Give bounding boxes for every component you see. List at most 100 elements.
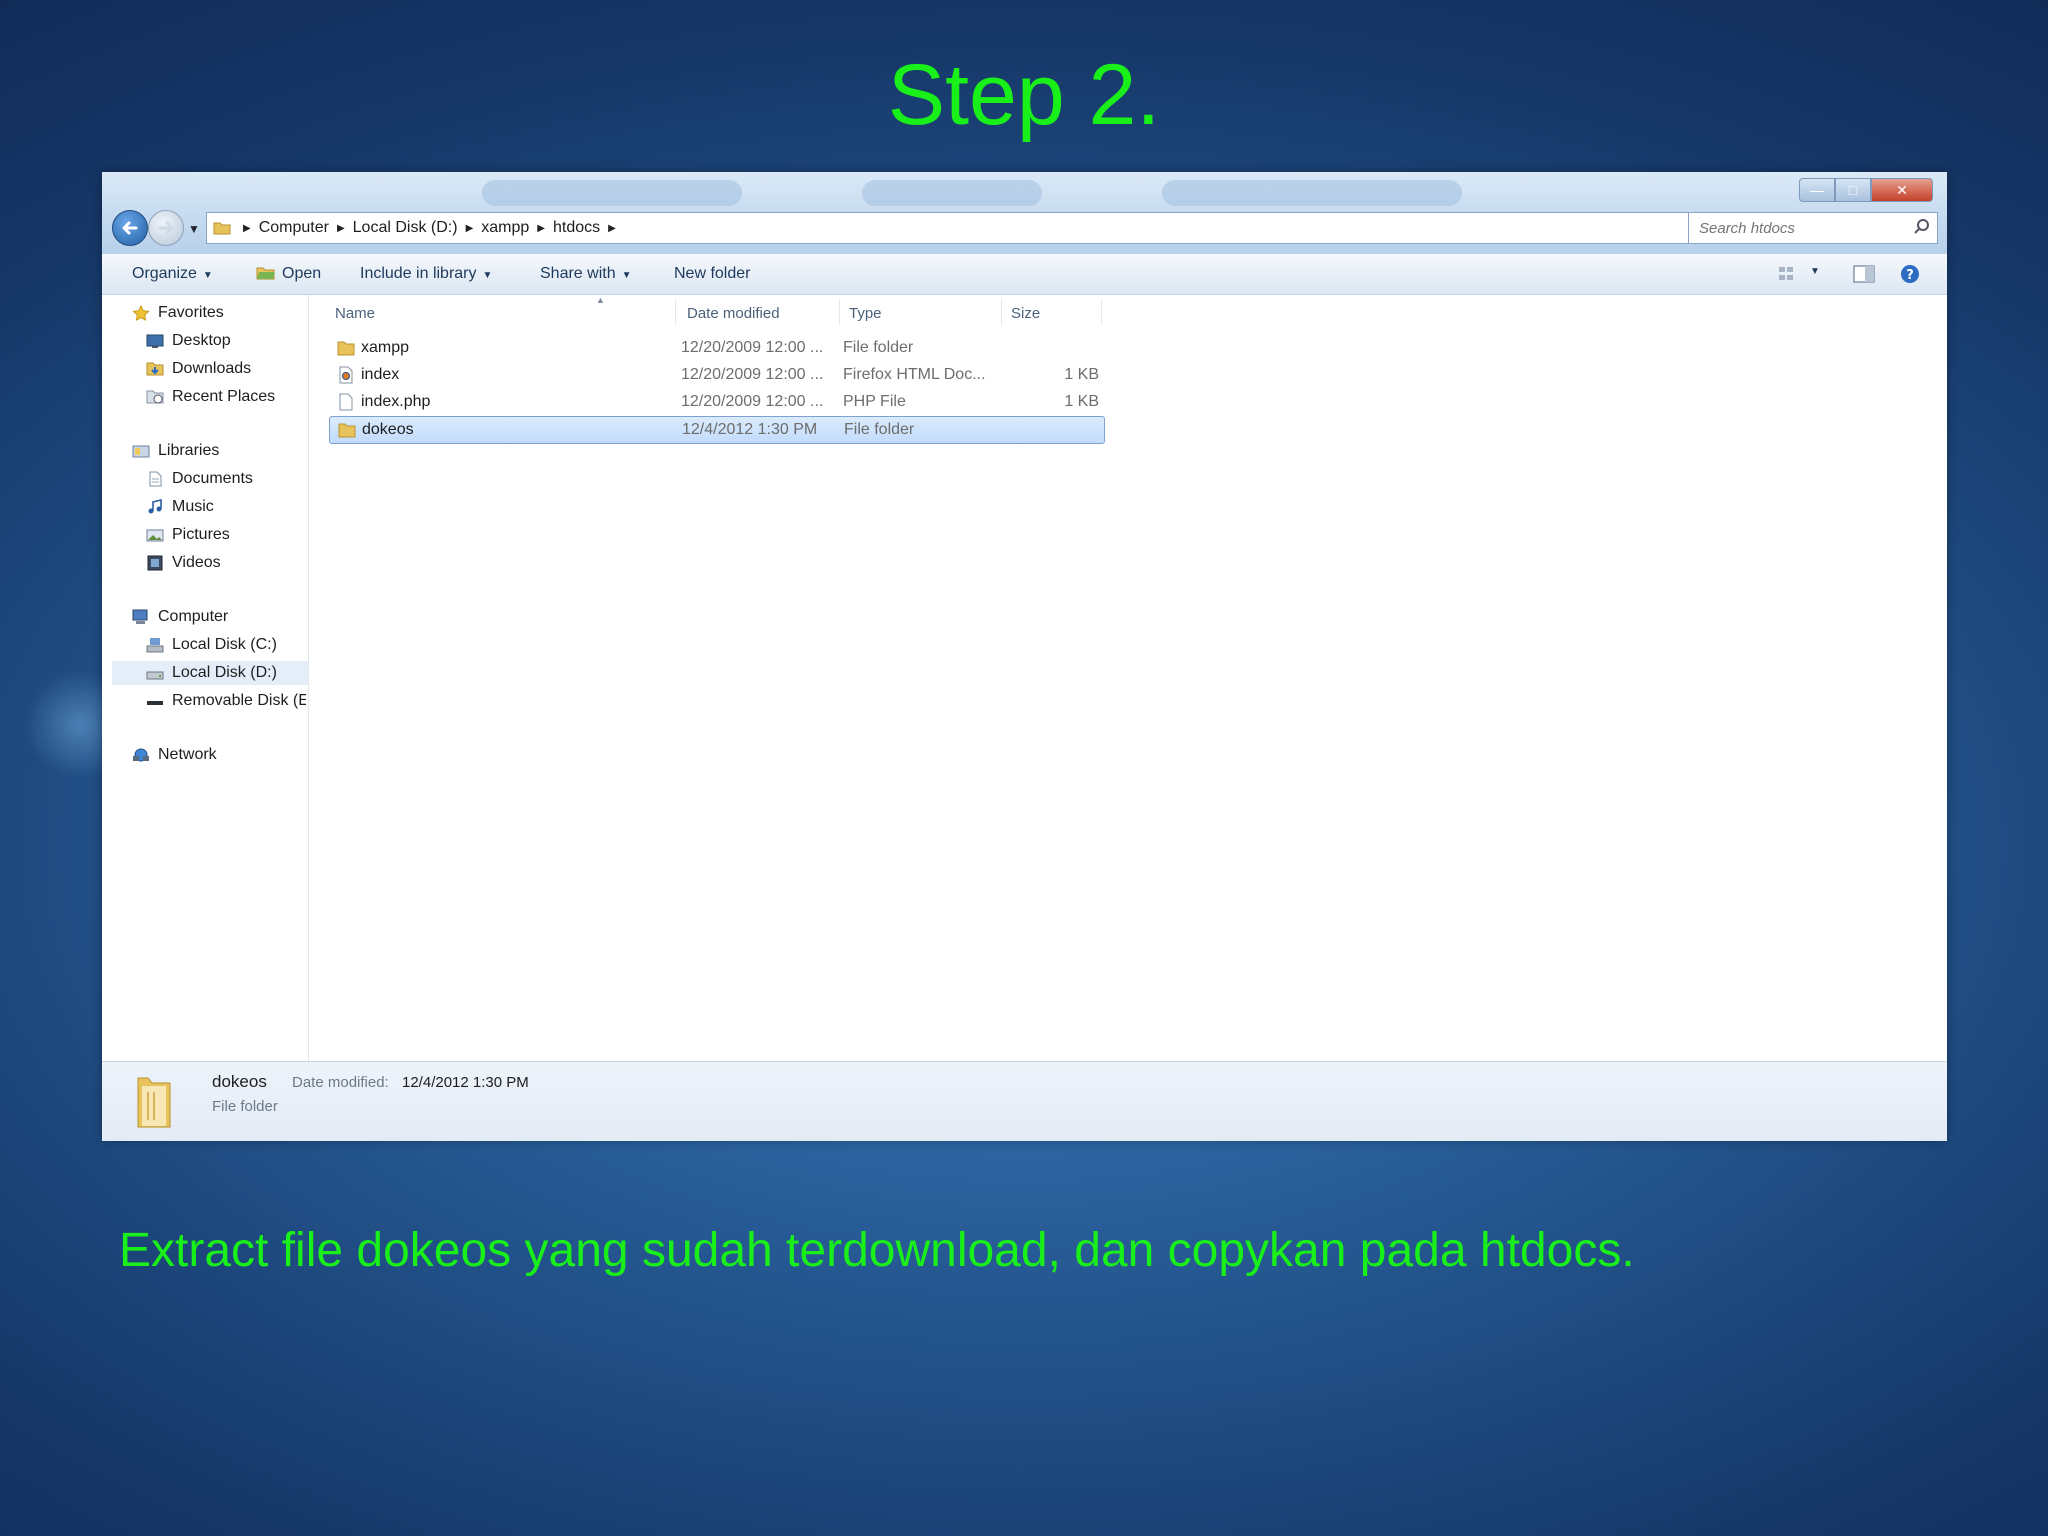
- recent-places-icon: [146, 390, 164, 404]
- svg-text:?: ?: [1906, 268, 1914, 283]
- folder-large-icon: [137, 1077, 171, 1128]
- back-button[interactable]: [112, 210, 148, 246]
- nav-recent-places-label: Recent Places: [172, 388, 276, 405]
- file-name: xampp: [361, 339, 410, 356]
- network-icon: [133, 748, 149, 762]
- change-view-icon[interactable]: [1776, 263, 1800, 285]
- preview-pane-icon[interactable]: [1852, 263, 1876, 285]
- new-folder-label: New folder: [674, 265, 751, 282]
- open-label: Open: [282, 265, 322, 282]
- address-bar[interactable]: ▶ Computer ▶ Local Disk (D:) ▶ xampp ▶ h…: [206, 212, 1744, 244]
- nav-desktop[interactable]: Desktop: [146, 329, 231, 353]
- file-row-selected[interactable]: dokeos 12/4/2012 1:30 PM File folder: [329, 416, 1105, 444]
- videos-icon: [147, 555, 163, 571]
- open-button[interactable]: Open: [256, 265, 321, 283]
- share-with-menu[interactable]: Share with ▼: [540, 265, 632, 283]
- nav-downloads[interactable]: Downloads: [146, 357, 251, 381]
- details-name: dokeos: [212, 1072, 267, 1091]
- nav-videos-label: Videos: [172, 554, 221, 571]
- title-bar-decoration: [482, 180, 742, 206]
- nav-computer[interactable]: Computer: [132, 605, 228, 629]
- breadcrumb-htdocs[interactable]: htdocs: [553, 219, 600, 237]
- file-row[interactable]: xampp 12/20/2009 12:00 ... File folder: [329, 335, 1103, 361]
- sort-indicator-icon: ▲: [596, 295, 605, 305]
- title-bar-decoration: [1162, 180, 1462, 206]
- nav-network-label: Network: [158, 746, 217, 763]
- open-folder-icon: [256, 267, 275, 280]
- file-date: 12/20/2009 12:00 ...: [681, 393, 824, 410]
- libraries-icon: [132, 445, 150, 458]
- breadcrumb-separator-icon[interactable]: ▶: [608, 223, 616, 234]
- close-button[interactable]: ✕: [1871, 178, 1933, 202]
- column-divider[interactable]: [1001, 299, 1002, 325]
- breadcrumb-separator-icon[interactable]: ▶: [466, 223, 474, 234]
- column-divider[interactable]: [675, 299, 676, 325]
- folder-icon: [337, 341, 355, 356]
- nav-computer-label: Computer: [158, 608, 229, 625]
- nav-local-disk-d[interactable]: Local Disk (D:): [112, 661, 308, 685]
- search-box[interactable]: [1688, 212, 1938, 244]
- forward-button[interactable]: [148, 210, 184, 246]
- column-header-name[interactable]: Name: [335, 305, 375, 322]
- file-type: File folder: [843, 339, 914, 356]
- search-input[interactable]: [1697, 218, 1901, 238]
- nav-pictures[interactable]: Pictures: [146, 523, 230, 547]
- nav-music[interactable]: Music: [146, 495, 214, 519]
- breadcrumb-separator-icon[interactable]: ▶: [537, 223, 545, 234]
- title-bar-decoration: [862, 180, 1042, 206]
- nav-removable-disk[interactable]: Removable Disk (E:): [146, 689, 306, 713]
- column-divider[interactable]: [1101, 299, 1102, 325]
- nav-pictures-label: Pictures: [172, 526, 230, 543]
- title-bar[interactable]: — □ ✕ ▼ ▶ Computer ▶ Local Disk (D:) ▶ x…: [102, 172, 1947, 254]
- computer-icon: [132, 609, 148, 624]
- chevron-down-icon: ▼: [621, 270, 632, 281]
- column-header-date[interactable]: Date modified: [687, 305, 780, 322]
- file-type: File folder: [844, 421, 915, 438]
- breadcrumb-separator-icon: ▶: [243, 222, 251, 234]
- column-header-type[interactable]: Type: [849, 305, 882, 322]
- file-row[interactable]: index.php 12/20/2009 12:00 ... PHP File …: [329, 389, 1103, 415]
- pictures-icon: [146, 529, 164, 542]
- minimize-button[interactable]: —: [1799, 178, 1835, 202]
- nav-libraries[interactable]: Libraries: [132, 439, 219, 463]
- nav-recent-places[interactable]: Recent Places: [146, 385, 275, 409]
- new-folder-button[interactable]: New folder: [674, 265, 750, 283]
- folder-icon: [213, 222, 231, 235]
- breadcrumb-xampp[interactable]: xampp: [481, 219, 529, 237]
- nav-local-disk-c-label: Local Disk (C:): [172, 636, 277, 653]
- recent-pages-dropdown-icon[interactable]: ▼: [188, 222, 200, 236]
- removable-disk-icon: [147, 701, 163, 705]
- command-bar: Organize ▼ Open Include in library ▼ Share…: [102, 254, 1947, 295]
- organize-menu[interactable]: Organize ▼: [132, 265, 213, 283]
- file-row[interactable]: index 12/20/2009 12:00 ... Firefox HTML …: [329, 362, 1103, 388]
- html-file-icon: [339, 366, 353, 384]
- breadcrumb-local-disk-d[interactable]: Local Disk (D:): [353, 219, 458, 237]
- nav-local-disk-c[interactable]: Local Disk (C:): [146, 633, 277, 657]
- nav-favorites[interactable]: Favorites: [132, 301, 224, 325]
- include-in-library-menu[interactable]: Include in library ▼: [360, 265, 492, 283]
- folder-icon: [338, 423, 356, 438]
- breadcrumb-separator-icon[interactable]: ▶: [337, 223, 345, 234]
- help-icon[interactable]: ?: [1898, 263, 1922, 285]
- back-arrow-icon: [122, 221, 138, 235]
- file-name: dokeos: [362, 421, 414, 438]
- nav-downloads-label: Downloads: [172, 360, 252, 377]
- slide-caption: Extract file dokeos yang sudah terdownlo…: [119, 1224, 1635, 1277]
- column-divider[interactable]: [839, 299, 840, 325]
- breadcrumb-computer[interactable]: Computer: [259, 219, 329, 237]
- view-options-dropdown-icon[interactable]: ▼: [1810, 266, 1820, 277]
- nav-network[interactable]: Network: [132, 743, 217, 767]
- file-size: 1 KB: [1064, 366, 1099, 383]
- nav-videos[interactable]: Videos: [146, 551, 221, 575]
- nav-desktop-label: Desktop: [172, 332, 231, 349]
- details-pane: dokeos Date modified: 12/4/2012 1:30 PM …: [102, 1061, 1947, 1141]
- maximize-button[interactable]: □: [1835, 178, 1871, 202]
- column-header-size[interactable]: Size: [1011, 305, 1040, 322]
- star-icon: [132, 305, 150, 321]
- file-name: index: [361, 366, 400, 383]
- nav-libraries-label: Libraries: [158, 442, 220, 459]
- file-date: 12/20/2009 12:00 ...: [681, 339, 824, 356]
- search-icon[interactable]: [1913, 218, 1931, 236]
- nav-documents[interactable]: Documents: [146, 467, 253, 491]
- details-date-value: 12/4/2012 1:30 PM: [402, 1074, 529, 1091]
